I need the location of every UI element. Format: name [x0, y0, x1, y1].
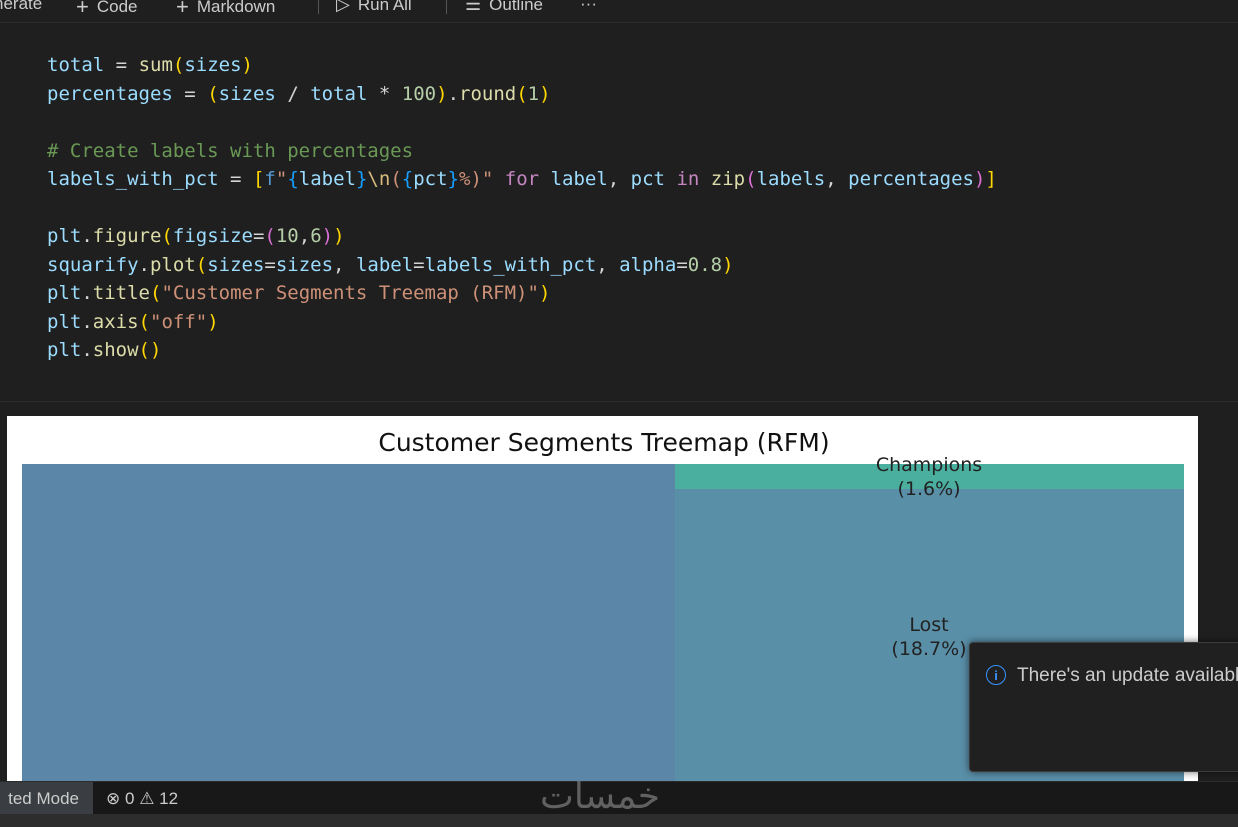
- run-icon: ▷: [336, 0, 350, 14]
- more-icon: ···: [580, 0, 597, 13]
- toolbar-separator: [318, 0, 319, 14]
- toolbar-separator: [446, 0, 447, 14]
- code-line[interactable]: plt.title("Customer Segments Treemap (RF…: [47, 279, 550, 307]
- warning-count: 12: [159, 789, 179, 808]
- code-cell-editor[interactable]: total = sum(sizes) percentages = (sizes …: [0, 23, 1238, 401]
- notification-message: There's an update availabl: [1017, 665, 1238, 686]
- code-line[interactable]: squarify.plot(sizes=sizes, label=labels_…: [47, 251, 734, 279]
- add-markdown-cell-button[interactable]: + Markdown: [176, 0, 275, 20]
- code-line[interactable]: plt.figure(figsize=(10,6)): [47, 222, 345, 250]
- markdown-label: Markdown: [196, 0, 276, 16]
- plus-icon: +: [76, 0, 89, 19]
- code-line[interactable]: labels_with_pct = [f"{label}\n({pct}%)" …: [47, 165, 997, 193]
- add-code-cell-button[interactable]: + Code: [76, 0, 138, 20]
- list-icon: ☰: [465, 0, 482, 14]
- chart-title: Customer Segments Treemap (RFM): [378, 428, 829, 457]
- watermark-logo: خمسات: [540, 776, 661, 817]
- error-count: 0: [124, 789, 135, 808]
- code-line[interactable]: percentages = (sizes / total * 100).roun…: [47, 80, 551, 108]
- outline-label: Outline: [489, 0, 544, 14]
- warning-icon: ⚠: [139, 789, 155, 808]
- generate-button[interactable]: nerate: [0, 0, 42, 14]
- taskbar-strip: [0, 814, 1238, 827]
- champions-label: Champions: [876, 454, 982, 476]
- outline-button[interactable]: ☰ Outline: [465, 0, 543, 15]
- update-notification[interactable]: i There's an update availabl: [969, 642, 1238, 772]
- run-all-button[interactable]: ▷ Run All: [336, 0, 412, 15]
- info-icon: i: [986, 665, 1006, 685]
- treemap-rect-unlabeled: [22, 464, 675, 781]
- champions-pct-label: (1.6%): [897, 478, 960, 500]
- plus-icon: +: [176, 0, 189, 19]
- more-actions-button[interactable]: ···: [580, 0, 597, 14]
- cell-divider: [0, 401, 1238, 402]
- lost-pct-label: (18.7%): [891, 638, 966, 660]
- problems-indicator[interactable]: ⊗ 0 ⚠ 12: [106, 782, 178, 815]
- restricted-mode-label: ted Mode: [8, 789, 79, 808]
- notebook-toolbar: nerate + Code + Markdown ▷ Run All ☰ Out…: [0, 0, 1238, 23]
- run-all-label: Run All: [357, 0, 412, 14]
- lost-label: Lost: [909, 614, 948, 636]
- code-line[interactable]: total = sum(sizes): [47, 51, 253, 79]
- error-icon: ⊗: [106, 789, 121, 808]
- code-line[interactable]: plt.axis("off"): [47, 308, 219, 336]
- generate-label: nerate: [0, 0, 43, 13]
- restricted-mode-indicator[interactable]: ted Mode: [0, 782, 93, 815]
- code-label: Code: [96, 0, 138, 16]
- code-line[interactable]: plt.show(): [47, 336, 161, 364]
- code-line[interactable]: # Create labels with percentages: [47, 137, 413, 165]
